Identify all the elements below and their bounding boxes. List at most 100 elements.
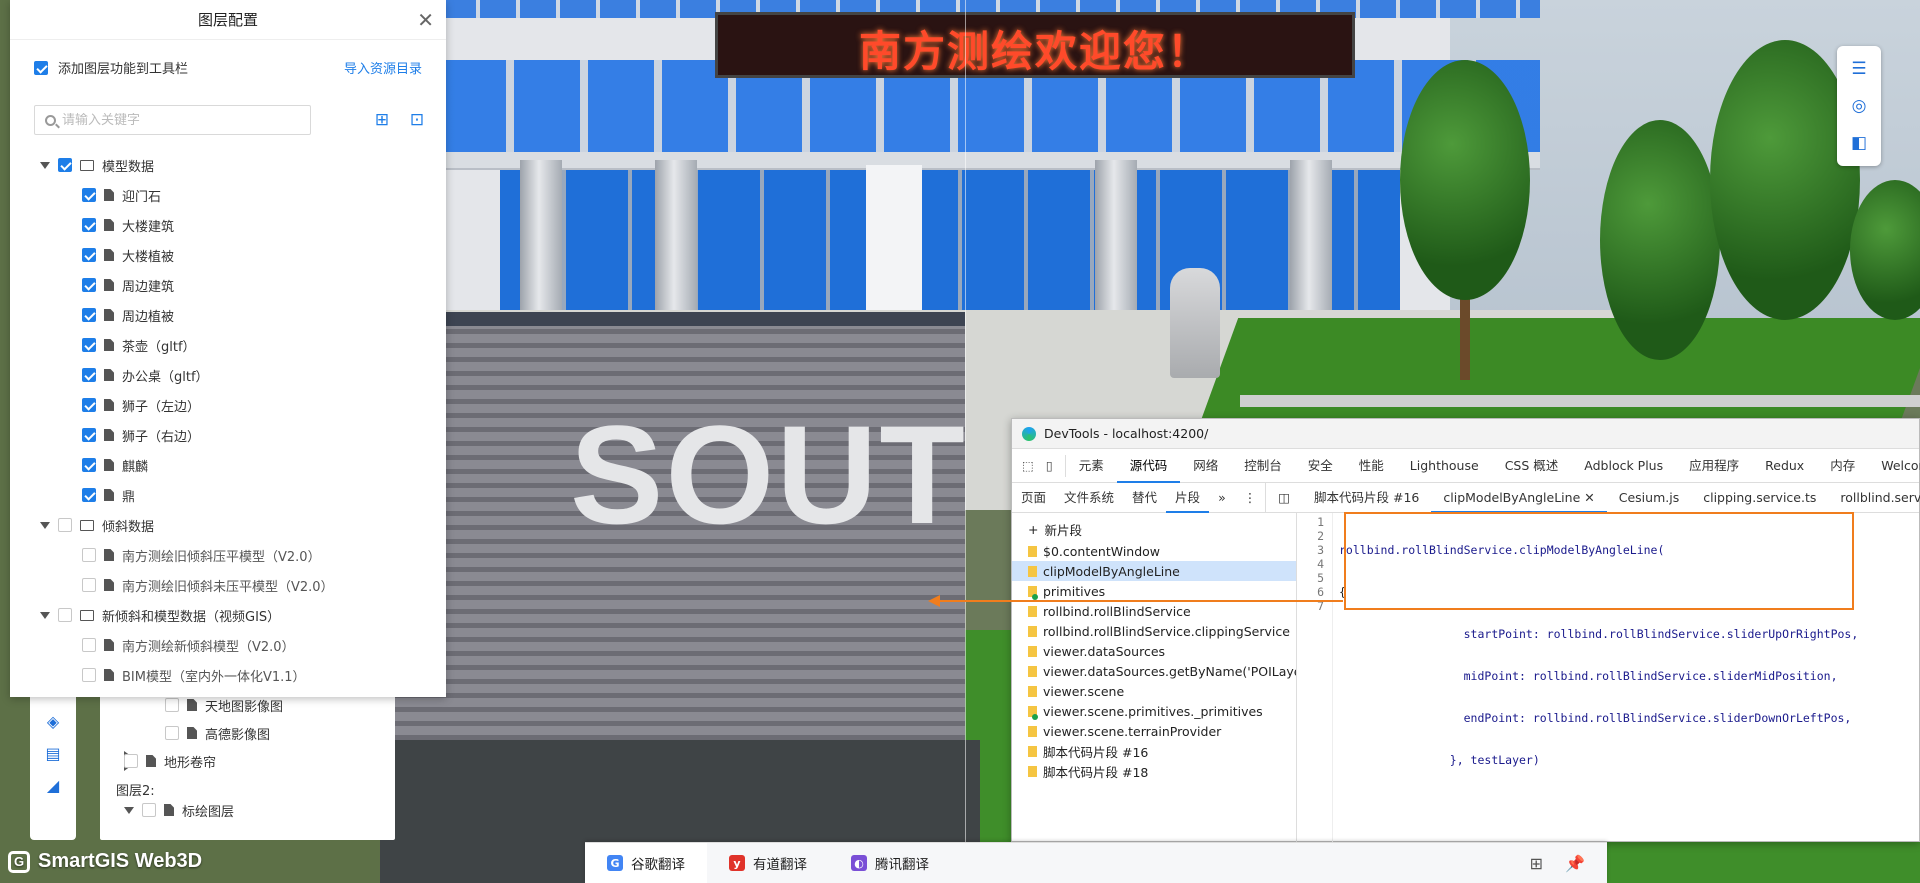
caret-down-icon[interactable]: [124, 806, 134, 814]
tree-item[interactable]: 麒麟: [82, 454, 148, 476]
tab-youdao-translate[interactable]: y 有道翻译: [707, 843, 829, 883]
subtab-overrides[interactable]: 替代: [1123, 483, 1166, 513]
grid-icon[interactable]: ⊞: [1530, 854, 1543, 873]
tab-sources[interactable]: 源代码: [1116, 449, 1181, 483]
caret-down-icon[interactable]: [40, 611, 50, 619]
checkbox[interactable]: [82, 638, 96, 652]
tree-item[interactable]: 南方测绘新倾斜模型（V2.0）: [82, 634, 295, 656]
checkbox[interactable]: [165, 726, 179, 740]
tree-item[interactable]: 标绘图层: [124, 800, 234, 820]
layers-icon[interactable]: ◈: [42, 710, 64, 732]
file-tab[interactable]: rollblind.service.ts: [1828, 483, 1920, 513]
snippet-item[interactable]: viewer.scene: [1012, 681, 1296, 701]
checkbox[interactable]: [82, 218, 96, 232]
snippet-item[interactable]: rollbind.rollBlindService.clippingServic…: [1012, 621, 1296, 641]
inspect-element-icon[interactable]: ⬚: [1022, 458, 1034, 473]
tree-item[interactable]: BIM模型（室内外一体化V1.1）: [82, 664, 306, 686]
checkbox[interactable]: [82, 668, 96, 682]
tree-item[interactable]: 南方测绘旧倾斜压平模型（V2.0）: [82, 544, 321, 566]
tree-group-model-data[interactable]: 模型数据: [40, 154, 154, 176]
checkbox[interactable]: [165, 698, 179, 712]
pin-icon[interactable]: 📌: [1565, 854, 1585, 873]
new-snippet-button[interactable]: + 新片段: [1012, 517, 1296, 541]
subtab-page[interactable]: 页面: [1012, 483, 1055, 513]
checkbox[interactable]: [82, 398, 96, 412]
snippet-item[interactable]: viewer.scene.terrainProvider: [1012, 721, 1296, 741]
caret-down-icon[interactable]: [40, 161, 50, 169]
tree-item[interactable]: 天地图影像图: [165, 695, 283, 715]
tree-item[interactable]: 鼎: [82, 484, 135, 506]
tree-item[interactable]: 周边建筑: [82, 274, 174, 296]
snippet-item[interactable]: 脚本代码片段 #18: [1012, 761, 1296, 781]
tree-item[interactable]: 茶壶（gltf）: [82, 334, 196, 356]
tree-item[interactable]: 高德影像图: [165, 723, 270, 743]
checkbox[interactable]: [82, 488, 96, 502]
tab-console[interactable]: 控制台: [1231, 449, 1295, 483]
more-options-icon[interactable]: ⋮: [1235, 483, 1266, 513]
tab-network[interactable]: 网络: [1180, 449, 1231, 483]
toggle-navigator-icon[interactable]: ◫: [1266, 483, 1302, 513]
checkbox[interactable]: [82, 548, 96, 562]
snippet-item[interactable]: viewer.scene.primitives._primitives: [1012, 701, 1296, 721]
tree-item[interactable]: 地形卷帘: [124, 751, 216, 771]
close-icon[interactable]: ✕: [417, 0, 434, 40]
tab-css-overview[interactable]: CSS 概述: [1492, 449, 1572, 483]
tab-security[interactable]: 安全: [1295, 449, 1346, 483]
subtab-snippets[interactable]: 片段: [1166, 483, 1210, 513]
caret-down-icon[interactable]: [40, 521, 50, 529]
tree-item[interactable]: 狮子（右边）: [82, 424, 200, 446]
import-catalog-link[interactable]: 导入资源目录: [344, 58, 422, 77]
snippet-item[interactable]: $0.contentWindow: [1012, 541, 1296, 561]
checkbox[interactable]: [82, 368, 96, 382]
tab-google-translate[interactable]: G 谷歌翻译: [585, 842, 707, 883]
checkbox[interactable]: [82, 308, 96, 322]
snippet-item[interactable]: primitives: [1012, 581, 1296, 601]
search-input[interactable]: [62, 112, 282, 128]
tab-adblock-plus[interactable]: Adblock Plus: [1571, 449, 1676, 483]
tree-group-oblique-data[interactable]: 倾斜数据: [40, 514, 154, 536]
clip-split-line[interactable]: [965, 0, 966, 883]
tree-item[interactable]: 大楼植被: [82, 244, 174, 266]
checkbox[interactable]: [82, 578, 96, 592]
add-to-toolbar-checkbox[interactable]: [34, 60, 48, 75]
checkbox[interactable]: [58, 518, 72, 532]
checkbox[interactable]: [82, 248, 96, 262]
tree-item[interactable]: 大楼建筑: [82, 214, 174, 236]
checkbox[interactable]: [82, 458, 96, 472]
tree-item[interactable]: 狮子（左边）: [82, 394, 200, 416]
checkbox[interactable]: [82, 188, 96, 202]
checkbox[interactable]: [58, 158, 72, 172]
snippet-item[interactable]: rollbind.rollBlindService: [1012, 601, 1296, 621]
more-tabs-button[interactable]: »: [1209, 483, 1235, 513]
checkbox[interactable]: [82, 338, 96, 352]
snippet-item[interactable]: viewer.dataSources.getByName('POILayer')…: [1012, 661, 1296, 681]
tab-elements[interactable]: 元素: [1066, 449, 1117, 483]
add-folder-icon[interactable]: ⊡: [405, 108, 429, 132]
tree-item[interactable]: 南方测绘旧倾斜未压平模型（V2.0）: [82, 574, 334, 596]
layers-stack-icon[interactable]: ☰: [1847, 57, 1871, 81]
tree-group-new-oblique-data[interactable]: 新倾斜和模型数据（视频GIS）: [40, 604, 280, 626]
tab-lighthouse[interactable]: Lighthouse: [1397, 449, 1492, 483]
checkbox[interactable]: [82, 278, 96, 292]
file-tab[interactable]: clipping.service.ts: [1691, 483, 1828, 513]
tree-item[interactable]: 办公桌（gltf）: [82, 364, 209, 386]
tab-redux[interactable]: Redux: [1752, 449, 1817, 483]
add-file-icon[interactable]: ⊞: [370, 108, 394, 132]
tab-welcome[interactable]: Welcome: [1868, 449, 1920, 483]
checkbox[interactable]: [142, 803, 156, 817]
file-tab-active[interactable]: clipModelByAngleLine ✕: [1431, 482, 1607, 513]
tab-memory[interactable]: 内存: [1817, 449, 1868, 483]
tree-item[interactable]: 迎门石: [82, 184, 161, 206]
document-search-icon[interactable]: ▤: [42, 742, 64, 764]
tab-application[interactable]: 应用程序: [1676, 449, 1752, 483]
subtab-filesystem[interactable]: 文件系统: [1055, 483, 1123, 513]
tab-performance[interactable]: 性能: [1346, 449, 1397, 483]
close-tab-icon[interactable]: ✕: [1584, 490, 1594, 505]
measure-icon[interactable]: ◢: [42, 774, 64, 796]
snippet-item-selected[interactable]: clipModelByAngleLine: [1012, 561, 1296, 581]
checkbox[interactable]: [58, 608, 72, 622]
compass-icon[interactable]: ◎: [1847, 94, 1871, 118]
checkbox[interactable]: [124, 754, 138, 768]
tree-item[interactable]: 周边植被: [82, 304, 174, 326]
file-tab[interactable]: 脚本代码片段 #16: [1302, 483, 1431, 513]
